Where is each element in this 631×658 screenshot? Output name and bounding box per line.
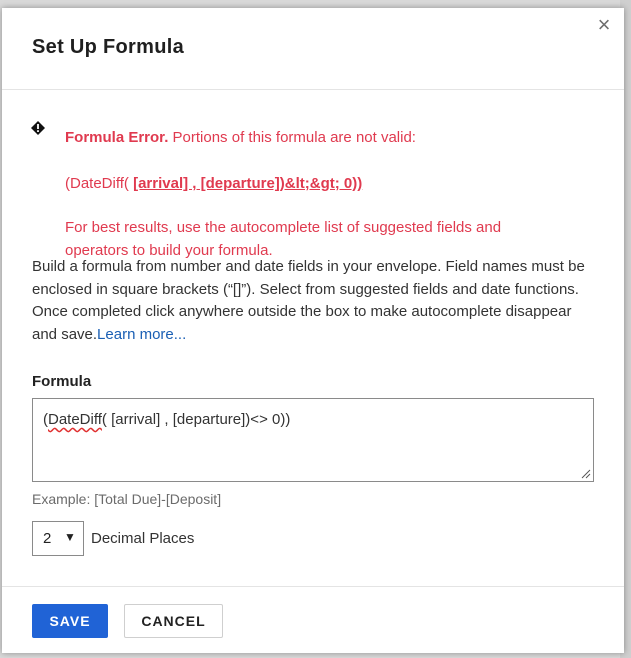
decimal-places-select[interactable]: 2 ▼ [32,521,84,556]
formula-rest: ( [arrival] , [departure])<> 0)) [101,411,291,428]
error-heading: Formula Error. [65,129,169,146]
decimal-places-label: Decimal Places [91,530,195,547]
error-formula-prefix: (DateDiff( [65,175,134,192]
error-hint-line-1: For best results, use the autocomplete l… [65,219,502,236]
formula-flagged-word: DateDiff [48,411,102,428]
decimal-places-value: 2 [43,530,52,547]
error-formula: (DateDiff( [arrival] , [departure])&lt;&… [65,173,362,195]
error-message-text: Portions of this formula are not valid: [168,129,416,146]
error-formula-invalid-part: [arrival] , [departure])&lt;&gt; 0)) [133,175,363,192]
save-button[interactable]: SAVE [32,604,108,638]
close-icon[interactable]: × [593,14,615,36]
error-message: Formula Error. Portions of this formula … [65,127,416,149]
diamond-exclamation-icon [31,121,45,135]
formula-description: Build a formula from number and date fie… [32,256,592,346]
chevron-down-icon: ▼ [64,530,76,544]
dialog-header: Set Up Formula × [2,8,624,90]
learn-more-link[interactable]: Learn more... [97,326,186,343]
dialog-title: Set Up Formula [32,36,184,58]
dialog-footer: SAVE CANCEL [2,586,624,653]
formula-label: Formula [32,373,92,390]
formula-textarea[interactable]: (DateDiff( [arrival] , [departure])<> 0)… [32,398,594,482]
resize-grip-icon[interactable] [581,469,591,479]
cancel-button[interactable]: CANCEL [124,604,223,638]
formula-example: Example: [Total Due]-[Deposit] [32,491,222,507]
set-up-formula-dialog: Set Up Formula × Formula Error. Portions… [2,8,624,653]
dialog-body: Formula Error. Portions of this formula … [2,90,624,586]
